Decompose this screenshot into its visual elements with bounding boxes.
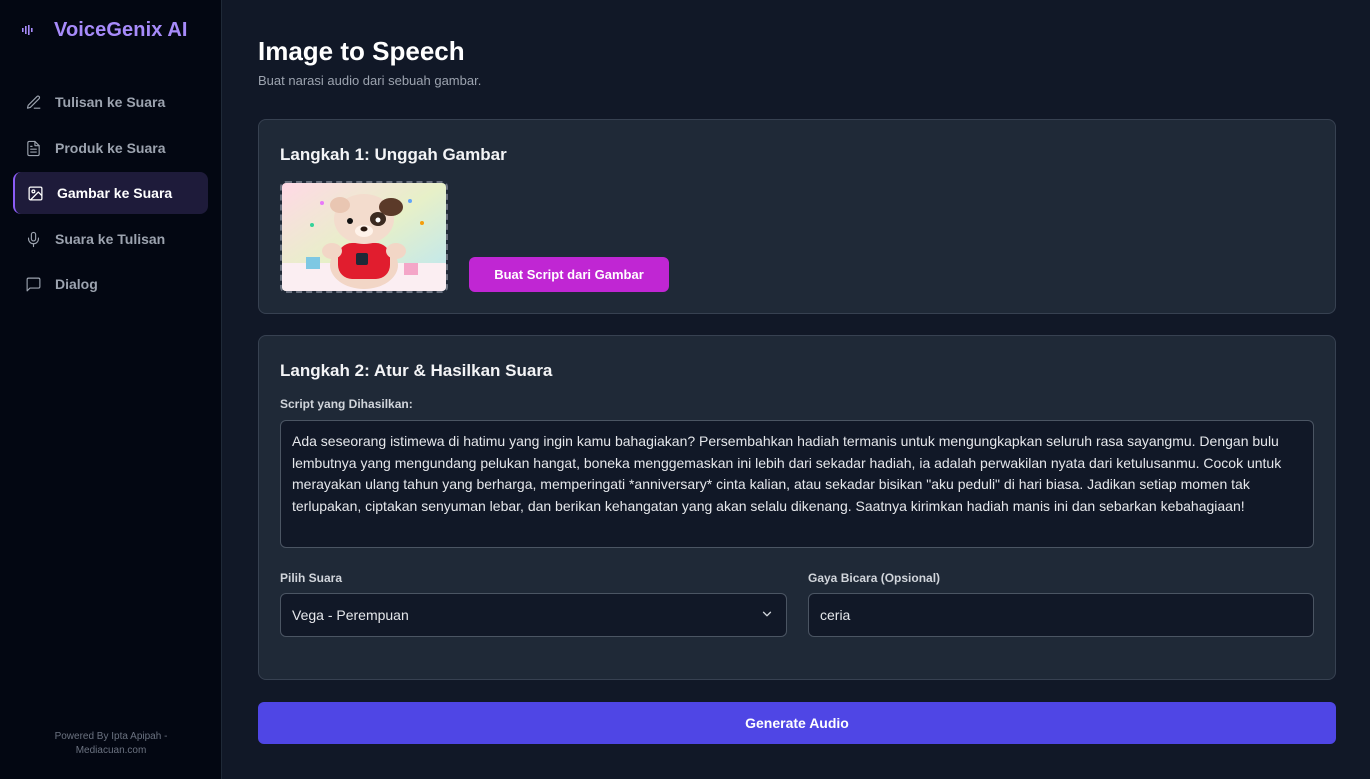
- style-label: Gaya Bicara (Opsional): [808, 571, 941, 585]
- pencil-icon: [24, 93, 42, 111]
- sidebar-item-suara-ke-tulisan[interactable]: Suara ke Tulisan: [13, 218, 208, 260]
- brand: VoiceGenix AI: [22, 18, 188, 42]
- document-icon: [24, 139, 42, 157]
- sidebar: VoiceGenix AI Tulisan ke Suara Produk ke…: [0, 0, 222, 779]
- voice-select[interactable]: Vega - Perempuan: [280, 593, 787, 637]
- app-title: VoiceGenix AI: [54, 18, 188, 41]
- image-upload-preview[interactable]: [280, 181, 448, 293]
- sidebar-item-gambar-ke-suara[interactable]: Gambar ke Suara: [13, 172, 208, 214]
- step1-card: Langkah 1: Unggah Gambar Buat Script dar…: [258, 119, 1336, 314]
- script-textarea[interactable]: Ada seseorang istimewa di hatimu yang in…: [280, 420, 1314, 548]
- step2-title: Langkah 2: Atur & Hasilkan Suara: [280, 361, 553, 380]
- page-subtitle: Buat narasi audio dari sebuah gambar.: [258, 73, 482, 88]
- sidebar-item-label: Gambar ke Suara: [57, 185, 173, 201]
- sidebar-item-label: Dialog: [55, 276, 98, 292]
- waveform-icon: [22, 23, 38, 37]
- voice-selected-value: Vega - Perempuan: [292, 607, 409, 623]
- step2-card: Langkah 2: Atur & Hasilkan Suara Script …: [258, 335, 1336, 680]
- generate-script-button[interactable]: Buat Script dari Gambar: [469, 257, 669, 292]
- script-label: Script yang Dihasilkan:: [280, 397, 413, 411]
- footer-line: Powered By Ipta Apipah -: [54, 731, 168, 742]
- sidebar-item-produk-ke-suara[interactable]: Produk ke Suara: [13, 127, 208, 169]
- style-input[interactable]: [808, 593, 1314, 637]
- sidebar-item-tulisan-ke-suara[interactable]: Tulisan ke Suara: [13, 81, 208, 123]
- generate-audio-button[interactable]: Generate Audio: [258, 702, 1336, 744]
- sidebar-item-label: Tulisan ke Suara: [55, 94, 166, 110]
- page-title: Image to Speech: [258, 36, 465, 66]
- uploaded-image-thumbnail: [282, 183, 446, 291]
- sidebar-item-label: Suara ke Tulisan: [55, 231, 166, 247]
- sidebar-item-dialog[interactable]: Dialog: [13, 263, 208, 305]
- step1-title: Langkah 1: Unggah Gambar: [280, 145, 507, 164]
- footer-link[interactable]: Mediacuan.com: [0, 744, 222, 758]
- chat-bubble-icon: [24, 275, 42, 293]
- chevron-down-icon: [760, 607, 774, 621]
- image-icon: [26, 184, 44, 202]
- sidebar-item-label: Produk ke Suara: [55, 140, 166, 156]
- sidebar-footer: Powered By Ipta Apipah - Mediacuan.com: [0, 730, 222, 758]
- microphone-icon: [24, 230, 42, 248]
- voice-label: Pilih Suara: [280, 571, 343, 585]
